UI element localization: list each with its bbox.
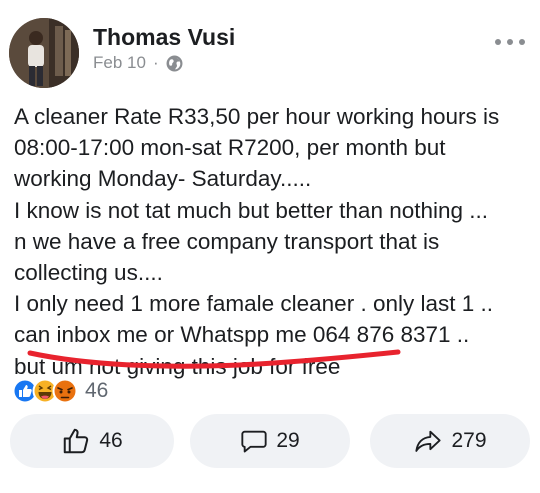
post-text-line: n we have a free company transport that … (14, 228, 440, 254)
comment-button[interactable]: 29 (190, 414, 350, 468)
facebook-post: Thomas Vusi Feb 10 · A cleaner Rate R33,… (0, 0, 540, 493)
post-meta: Feb 10 · (93, 53, 183, 73)
share-count: 279 (451, 429, 487, 452)
reaction-icons (12, 378, 78, 404)
author-name[interactable]: Thomas Vusi (93, 24, 235, 51)
meta-separator: · (152, 53, 159, 72)
reaction-count: 46 (85, 379, 109, 402)
more-dot (495, 39, 501, 45)
avatar[interactable] (9, 18, 79, 88)
thumbs-up-icon (64, 428, 89, 454)
post-text-line: working Monday- Saturday..... (14, 166, 312, 192)
globe-icon (166, 55, 183, 71)
red-underline-annotation (27, 349, 401, 369)
post-text-line: I only need 1 more famale cleaner . only… (14, 291, 494, 317)
comment-icon (241, 430, 267, 453)
post-text-line: I know is not tat much but better than n… (14, 197, 489, 223)
like-button[interactable]: 46 (10, 414, 174, 468)
post-text-line: 08:00-17:00 mon-sat R7200, per month but (14, 135, 446, 161)
more-options-icon[interactable] (495, 34, 525, 50)
more-dot (507, 39, 513, 45)
more-dot (519, 39, 525, 45)
angry-reaction-icon (52, 378, 78, 404)
profile-photo (9, 18, 79, 88)
comment-count: 29 (276, 429, 300, 452)
post-text-line: A cleaner Rate R33,50 per hour working h… (14, 104, 500, 129)
post-text-line: collecting us.... (14, 260, 163, 286)
reactions-summary[interactable]: 46 (12, 378, 108, 404)
share-icon (415, 430, 442, 452)
share-button[interactable]: 279 (370, 414, 530, 468)
like-count: 46 (99, 429, 123, 452)
post-date[interactable]: Feb 10 (93, 53, 146, 73)
